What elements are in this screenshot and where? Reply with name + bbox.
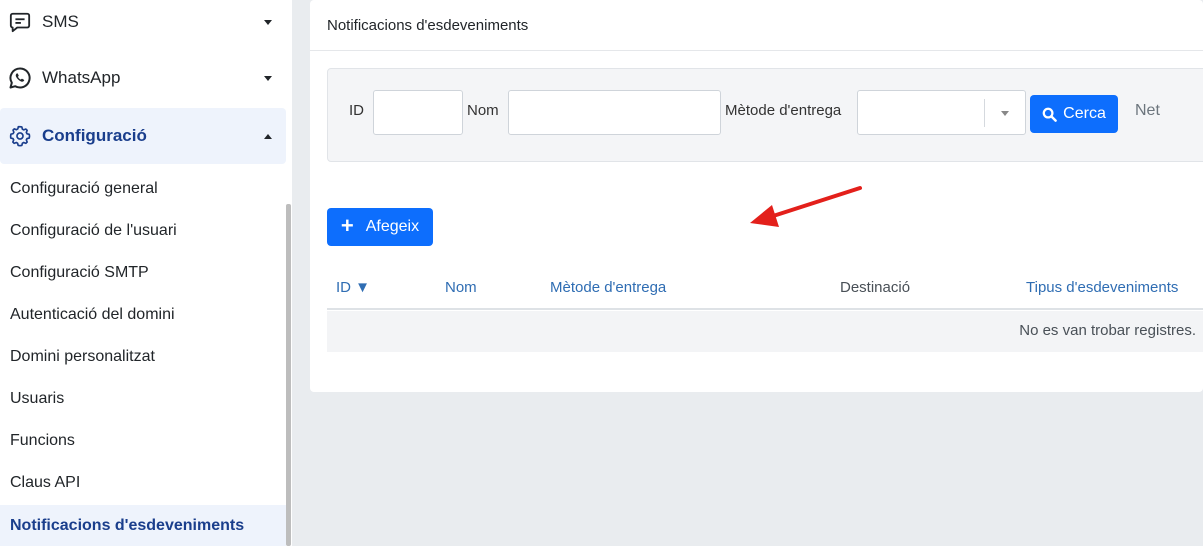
sidebar-item-domini-personalitzat[interactable]: Domini personalitzat [0,336,286,378]
delivery-method-label: Mètode d'entrega [725,102,842,119]
sidebar: SMS WhatsApp Configuració Configuració g… [0,0,292,546]
chevron-down-icon [264,75,272,81]
sidebar-group-whatsapp[interactable]: WhatsApp [0,50,286,106]
sidebar-item-usuaris[interactable]: Usuaris [0,378,286,420]
column-header-destinacio: Destinació [840,279,911,296]
sidebar-item-notificacions-esdeveniments[interactable]: Notificacions d'esdeveniments [0,505,286,546]
sidebar-item-autenticacio-domini[interactable]: Autenticació del domini [0,294,286,336]
page-title: Notificacions d'esdeveniments [310,0,1203,51]
column-header-id[interactable]: ID ▼ [336,279,370,296]
sidebar-item-configuracio-usuari[interactable]: Configuració de l'usuari [0,210,286,252]
sidebar-item-claus-api[interactable]: Claus API [0,462,286,504]
sidebar-group-configuracio[interactable]: Configuració [0,108,286,164]
chevron-up-icon [264,133,272,139]
column-header-metode-entrega[interactable]: Mètode d'entrega [550,279,666,296]
column-header-nom[interactable]: Nom [445,279,477,296]
select-divider [984,99,985,127]
sidebar-item-funcions[interactable]: Funcions [0,420,286,462]
search-icon [1042,107,1057,122]
sidebar-item-configuracio-smtp[interactable]: Configuració SMTP [0,252,286,294]
sms-chat-icon [8,10,32,34]
column-header-tipus-esdeveniments[interactable]: Tipus d'esdeveniments [1026,279,1178,296]
table-empty-row: No es van trobar registres. [327,311,1203,352]
sidebar-item-configuracio-general[interactable]: Configuració general [0,168,286,210]
id-filter-input[interactable] [373,90,463,135]
clear-button[interactable]: Net [1135,102,1160,120]
id-label: ID [349,102,364,119]
main-card: Notificacions d'esdeveniments ID Nom Mèt… [310,0,1203,392]
filter-panel: ID Nom Mètode d'entrega Cerca Net [327,68,1203,162]
add-button[interactable]: + Afegeix [327,208,433,246]
empty-message: No es van trobar registres. [1019,322,1196,339]
delivery-method-select[interactable] [857,90,1026,135]
sidebar-group-label: SMS [42,12,79,31]
table-header: ID ▼ Nom Mètode d'entrega Destinació Tip… [327,268,1203,310]
plus-icon: + [340,213,354,238]
whatsapp-icon [8,66,32,90]
name-label: Nom [467,102,499,119]
name-filter-input[interactable] [508,90,721,135]
gear-icon [8,124,32,148]
sidebar-group-label: Configuració [42,126,147,145]
chevron-down-icon [264,19,272,25]
sidebar-group-label: WhatsApp [42,68,121,87]
search-button[interactable]: Cerca [1030,95,1118,133]
annotation-arrow-icon [750,186,862,227]
chevron-down-icon [1001,111,1009,116]
search-button-label: Cerca [1063,105,1106,122]
sidebar-group-sms[interactable]: SMS [0,0,286,50]
sidebar-scrollbar[interactable] [286,204,291,546]
add-button-label: Afegeix [365,218,420,235]
